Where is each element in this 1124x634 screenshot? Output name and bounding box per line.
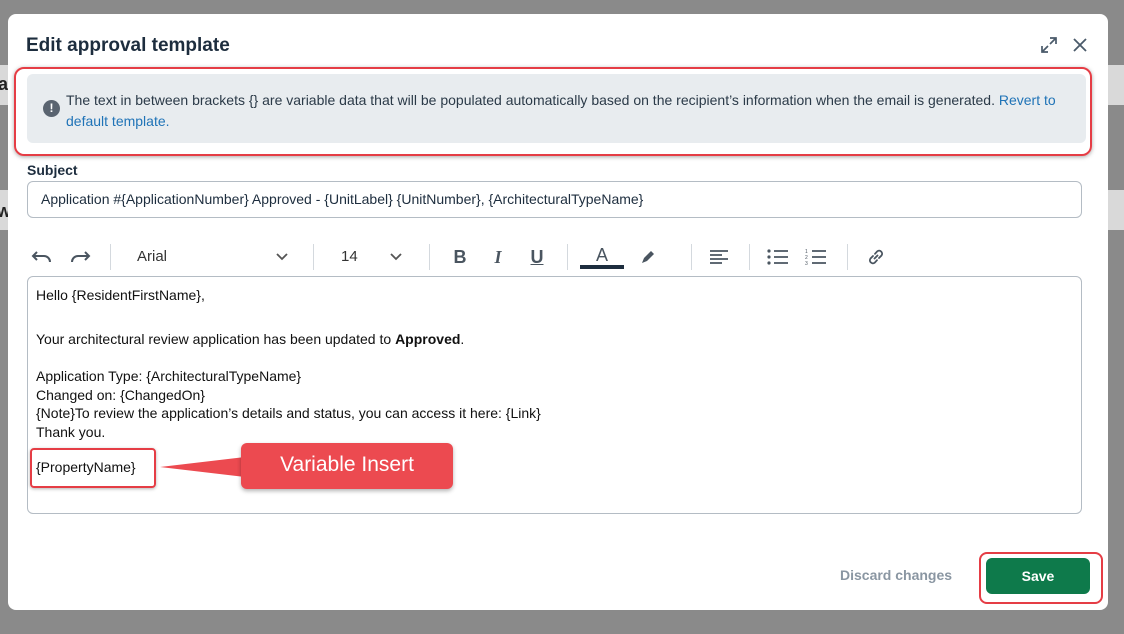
numbered-list-icon[interactable]: 123 xyxy=(803,242,829,272)
text-color-icon[interactable]: A xyxy=(580,242,624,272)
save-button[interactable]: Save xyxy=(986,558,1090,594)
thanks-line: Thank you. xyxy=(36,424,106,440)
align-left-icon[interactable] xyxy=(707,242,731,272)
changed-line: Changed on: {ChangedOn} xyxy=(36,387,205,403)
italic-icon[interactable]: I xyxy=(487,242,509,272)
greeting-line: Hello {ResidentFirstName}, xyxy=(36,287,205,303)
subject-input[interactable]: Application #{ApplicationNumber} Approve… xyxy=(27,181,1082,218)
toolbar-divider xyxy=(847,244,848,270)
status-line: Your architectural review application ha… xyxy=(36,331,464,347)
callout-pointer xyxy=(160,457,245,477)
variable-insert-callout: Variable Insert xyxy=(241,443,453,489)
link-icon[interactable] xyxy=(863,242,889,272)
note-line: {Note}To review the application’s detail… xyxy=(36,405,541,421)
background-panel-right-2 xyxy=(1108,190,1124,230)
font-family-value: Arial xyxy=(137,248,168,265)
editor-toolbar: Arial 14 B I U A 1 2 3 xyxy=(27,242,1087,274)
edit-template-modal: Edit approval template ! The text in bet… xyxy=(8,14,1108,610)
bullet-list-icon[interactable] xyxy=(765,242,791,272)
status-value: Approved xyxy=(395,331,461,347)
underline-icon[interactable]: U xyxy=(526,242,548,272)
toolbar-divider xyxy=(567,244,568,270)
font-family-select[interactable]: Arial xyxy=(137,242,289,272)
variable-highlight-box xyxy=(30,448,156,488)
toolbar-divider xyxy=(691,244,692,270)
bold-icon[interactable]: B xyxy=(449,242,471,272)
toolbar-divider xyxy=(749,244,750,270)
info-highlight-box xyxy=(14,67,1092,156)
background-panel-right xyxy=(1108,65,1124,105)
background-text: a xyxy=(0,74,9,94)
redo-icon[interactable] xyxy=(67,242,93,272)
font-size-select[interactable]: 14 xyxy=(341,242,403,272)
toolbar-divider xyxy=(110,244,111,270)
toolbar-divider xyxy=(429,244,430,270)
undo-icon[interactable] xyxy=(29,242,55,272)
status-text: Your architectural review application ha… xyxy=(36,331,396,347)
type-line: Application Type: {ArchitecturalTypeName… xyxy=(36,368,302,384)
toolbar-divider xyxy=(313,244,314,270)
highlight-pen-icon[interactable] xyxy=(637,242,659,272)
font-size-value: 14 xyxy=(341,248,358,265)
close-icon[interactable] xyxy=(1072,37,1088,57)
discard-changes-button[interactable]: Discard changes xyxy=(840,567,952,583)
svg-text:3: 3 xyxy=(805,261,808,266)
status-period: . xyxy=(460,331,465,347)
expand-icon[interactable] xyxy=(1040,36,1058,58)
subject-label: Subject xyxy=(27,162,78,178)
modal-title: Edit approval template xyxy=(26,35,230,56)
